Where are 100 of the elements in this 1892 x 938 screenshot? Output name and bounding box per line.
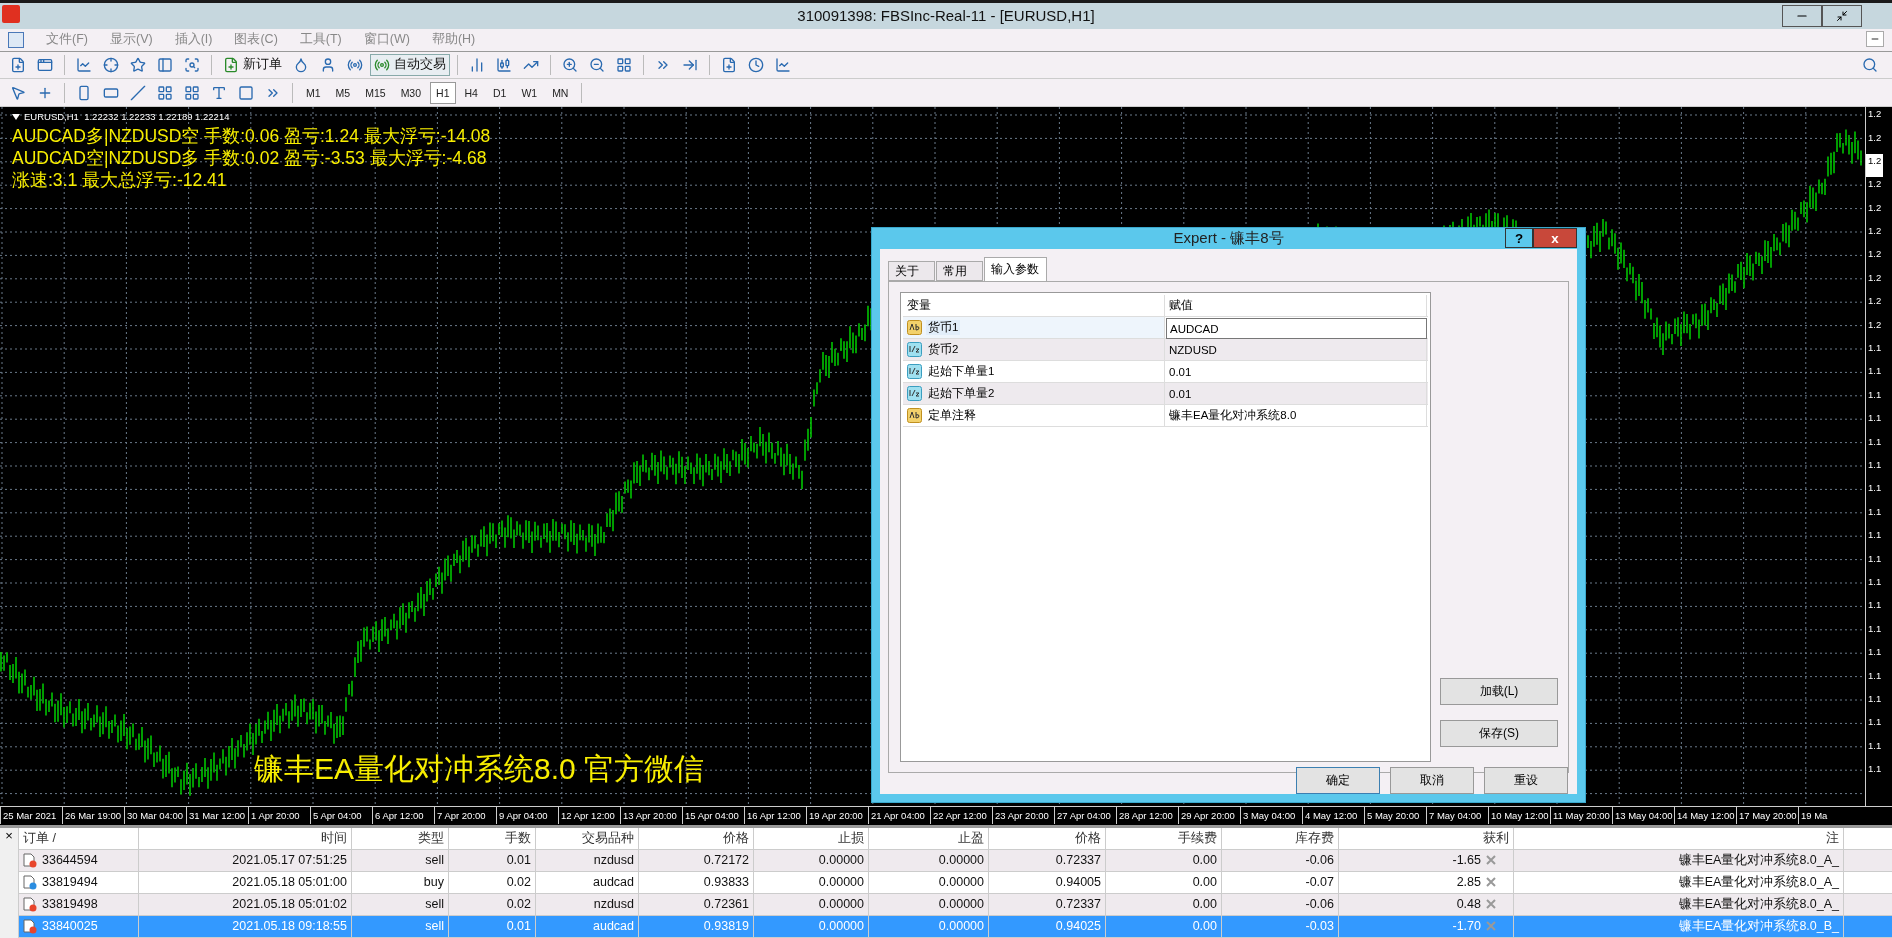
cancel-button[interactable]: 取消 bbox=[1390, 767, 1474, 794]
table-cell: 0.00000 bbox=[818, 875, 864, 890]
price-label: 1.2 bbox=[1867, 270, 1883, 285]
help-button[interactable]: ? bbox=[1505, 228, 1533, 248]
zoom-in-icon bbox=[562, 56, 578, 73]
order-row[interactable]: 33819494 2021.05.18 05:01:00 buy 0.02 audcad 0.93833 0.00000 0.00000 0.94005 0.00 -0.07 2.85 镰丰EA量化对冲系统8.0_A_ bbox=[19, 872, 1892, 894]
column-header[interactable]: 注 bbox=[1514, 828, 1844, 849]
new-order-button[interactable]: 新订单 bbox=[219, 53, 286, 76]
timeframe-button[interactable]: M1 bbox=[300, 81, 327, 104]
stats-text: AUDCAD多|NZDUSD空 手数:0.06 盈亏:1.24 最大浮亏:-14.08 bbox=[12, 125, 491, 148]
close-icon[interactable] bbox=[1486, 877, 1496, 888]
dropdown-icon[interactable] bbox=[12, 113, 20, 120]
crosshair-icon bbox=[103, 56, 119, 73]
time-label: 28 Apr 12:00 bbox=[1116, 807, 1178, 824]
price-label: 1.1 bbox=[1867, 691, 1883, 706]
table-cell: 0.00000 bbox=[938, 853, 984, 868]
table-cell: 0.72172 bbox=[703, 853, 749, 868]
table-cell: nzdusd bbox=[593, 853, 634, 868]
template-icon bbox=[775, 56, 791, 73]
minimize-button[interactable] bbox=[1782, 5, 1822, 27]
column-header[interactable]: 止损 bbox=[754, 828, 869, 849]
order-row[interactable]: 33644594 2021.05.17 07:51:25 sell 0.01 nzdusd 0.72172 0.00000 0.00000 0.72337 0.00 -0.06 -1.65 镰丰EA量化对冲系统8.0_A_ bbox=[19, 850, 1892, 872]
time-label: 7 May 04:00 bbox=[1426, 807, 1488, 824]
column-header[interactable]: 止盈 bbox=[869, 828, 989, 849]
column-header[interactable]: 库存费 bbox=[1222, 828, 1339, 849]
ok-button[interactable]: 确定 bbox=[1296, 767, 1380, 794]
column-header[interactable]: 价格 bbox=[989, 828, 1106, 849]
column-header[interactable]: 手数 bbox=[449, 828, 536, 849]
search-icon[interactable] bbox=[1862, 56, 1878, 73]
tab[interactable]: 输入参数 bbox=[984, 257, 1047, 281]
time-label: 5 Apr 04:00 bbox=[310, 807, 372, 824]
channel-icon bbox=[157, 84, 173, 101]
navigator-icon bbox=[157, 56, 173, 73]
save-button[interactable]: 保存(S) bbox=[1440, 720, 1558, 747]
table-cell: 镰丰EA量化对冲系统8.0_A_ bbox=[1678, 896, 1839, 913]
timeframe-button[interactable]: W1 bbox=[515, 81, 544, 104]
minimize-button[interactable] bbox=[1866, 30, 1884, 47]
table-cell: 0.01 bbox=[506, 919, 531, 934]
tab[interactable]: 常用 bbox=[936, 261, 983, 281]
number-type-icon bbox=[907, 364, 922, 379]
table-cell: 33819498 bbox=[42, 897, 98, 912]
time-label: 19 Ma bbox=[1798, 807, 1860, 824]
time-label: 19 Apr 20:00 bbox=[806, 807, 868, 824]
parameter-name[interactable]: 起始下单量1 bbox=[926, 364, 997, 379]
column-header[interactable]: 类型 bbox=[352, 828, 449, 849]
timeframe-button[interactable]: M30 bbox=[394, 81, 428, 104]
time-label: 31 Mar 12:00 bbox=[186, 807, 248, 824]
timeframe-button[interactable]: M15 bbox=[359, 81, 392, 104]
time-label: 10 May 12:00 bbox=[1488, 807, 1550, 824]
column-header[interactable]: 订单 / bbox=[19, 828, 139, 849]
table-cell: 2021.05.18 05:01:00 bbox=[232, 875, 347, 890]
time-label: 22 Apr 12:00 bbox=[930, 807, 992, 824]
table-cell: sell bbox=[425, 853, 444, 868]
label-icon bbox=[238, 84, 254, 101]
close-button[interactable]: x bbox=[1533, 228, 1577, 248]
timeframe-button[interactable]: H4 bbox=[458, 81, 484, 104]
auto-trading-button[interactable]: 自动交易 bbox=[370, 53, 450, 76]
order-row[interactable]: 33819498 2021.05.18 05:01:02 sell 0.02 nzdusd 0.72361 0.00000 0.00000 0.72337 0.00 -0.06 0.48 镰丰EA量化对冲系统8.0_A_ bbox=[19, 894, 1892, 916]
time-label: 12 Apr 12:00 bbox=[558, 807, 620, 824]
load-button[interactable]: 加载(L) bbox=[1440, 678, 1558, 705]
parameter-name[interactable]: 货币1 bbox=[926, 320, 961, 335]
value-input[interactable]: AUDCAD bbox=[1166, 318, 1427, 339]
price-label: 1.1 bbox=[1867, 434, 1883, 449]
table-cell: 0.93833 bbox=[703, 875, 749, 890]
window-title: 310091398: FBSInc-Real-11 - [EURUSD,H1] bbox=[797, 7, 1095, 25]
price-label: 1.1 bbox=[1867, 387, 1883, 402]
column-header: 赋值 bbox=[1165, 295, 1427, 316]
fibonacci-icon bbox=[184, 84, 200, 101]
column-header[interactable]: 获利 bbox=[1339, 828, 1514, 849]
timeframe-button[interactable]: H1 bbox=[430, 81, 456, 104]
parameter-name[interactable]: 定单注释 bbox=[926, 408, 978, 423]
restore-button[interactable] bbox=[1822, 5, 1862, 27]
column-header[interactable]: 手续费 bbox=[1106, 828, 1222, 849]
candlestick-icon bbox=[496, 56, 512, 73]
time-label: 9 Apr 04:00 bbox=[496, 807, 558, 824]
table-cell: 0.94025 bbox=[1055, 919, 1101, 934]
timeframe-button[interactable]: M5 bbox=[329, 81, 357, 104]
parameter-name[interactable]: 起始下单量2 bbox=[926, 386, 997, 401]
table-cell: 0.72337 bbox=[1055, 853, 1101, 868]
timeframe-button[interactable]: D1 bbox=[486, 81, 513, 104]
parameter-name[interactable]: 货币2 bbox=[926, 342, 961, 357]
table-cell: 0.02 bbox=[506, 875, 531, 890]
time-label: 21 Apr 04:00 bbox=[868, 807, 930, 824]
column-header[interactable]: 交易品种 bbox=[536, 828, 639, 849]
close-button[interactable]: × bbox=[5, 828, 13, 844]
time-label: 4 May 12:00 bbox=[1302, 807, 1364, 824]
price-label: 1.1 bbox=[1867, 762, 1883, 777]
column-header[interactable]: 价格 bbox=[639, 828, 754, 849]
chart-icon bbox=[76, 56, 92, 73]
text-type-icon bbox=[907, 408, 922, 423]
tab[interactable]: 关于 bbox=[888, 261, 935, 281]
column-header[interactable]: 时间 bbox=[139, 828, 352, 849]
star-icon bbox=[130, 56, 146, 73]
vertical-bar-icon bbox=[76, 84, 92, 101]
table-cell: 0.00 bbox=[1192, 875, 1217, 890]
stats-text: AUDCAD空|NZDUSD多 手数:0.02 盈亏:-3.53 最大浮亏:-4.68 bbox=[12, 147, 488, 170]
timeframe-button[interactable]: MN bbox=[546, 81, 575, 104]
price-label: 1.1 bbox=[1867, 738, 1883, 753]
reset-button[interactable]: 重设 bbox=[1484, 767, 1568, 794]
time-label: 3 May 04:00 bbox=[1240, 807, 1302, 824]
